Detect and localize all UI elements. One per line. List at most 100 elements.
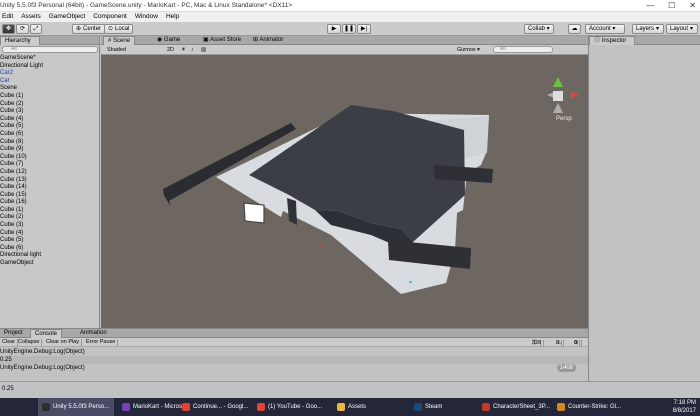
- menu-component[interactable]: Component: [93, 12, 127, 22]
- hierarchy-item[interactable]: Cube (5): [0, 123, 43, 131]
- hierarchy-item[interactable]: Cube (1): [0, 207, 43, 215]
- 2d-toggle[interactable]: 2D: [167, 46, 174, 54]
- console-line[interactable]: UnityEngine.Debug:Log(Object) 1408: [0, 364, 588, 372]
- scene-panel: # Scene ◉ Game ▣ Asset Store ⊞ Animator …: [101, 36, 588, 328]
- taskbar-item[interactable]: Continue... - Googl...: [178, 398, 251, 416]
- audio-icon[interactable]: ♪: [191, 46, 194, 54]
- taskbar-item[interactable]: Unity 5.5.0f3 Perso...: [38, 398, 114, 416]
- hierarchy-item[interactable]: Car2: [0, 70, 43, 78]
- pivot-center-toggle[interactable]: ⊕ Center: [72, 24, 106, 34]
- chevron-down-icon: ▾: [690, 26, 694, 32]
- tab-animation[interactable]: Animation: [76, 329, 111, 338]
- taskbar: Unity 5.5.0f3 Perso... MarioKart - Micros…: [0, 398, 700, 416]
- layout-dropdown[interactable]: Layout ▾: [666, 24, 698, 34]
- scale-tool-icon[interactable]: ⤢: [30, 24, 42, 34]
- hierarchy-item[interactable]: GameObject: [0, 260, 43, 268]
- clock[interactable]: 7:18 PM 8/8/2017: [673, 399, 696, 415]
- status-text: 0.25: [2, 386, 14, 392]
- menu-window[interactable]: Window: [135, 12, 158, 22]
- layers-dropdown[interactable]: Layers ▾: [632, 24, 664, 34]
- account-dropdown[interactable]: Account ▾: [585, 24, 625, 34]
- hierarchy-item[interactable]: GameScene*: [0, 55, 43, 63]
- minimize-button[interactable]: —: [646, 1, 654, 10]
- maximize-button[interactable]: ☐: [668, 1, 675, 10]
- menu-gameobject[interactable]: GameObject: [49, 12, 86, 22]
- hierarchy-item[interactable]: Scene: [0, 85, 43, 93]
- hierarchy-item[interactable]: Cube (4): [0, 230, 43, 238]
- taskbar-item[interactable]: MarioKart - Micros...: [118, 398, 187, 416]
- info-icon: ⓘ: [594, 38, 601, 44]
- hierarchy-item[interactable]: Cube (8): [0, 139, 43, 147]
- cloud-icon[interactable]: ☁: [568, 24, 581, 34]
- move-tool-icon[interactable]: ✥: [2, 24, 15, 34]
- hierarchy-item[interactable]: Cube (15): [0, 192, 43, 200]
- hierarchy-item[interactable]: Cube (1): [0, 93, 43, 101]
- taskbar-item[interactable]: (1) YouTube - Goo...: [253, 398, 331, 416]
- menu-help[interactable]: Help: [166, 12, 179, 22]
- gate: [243, 202, 265, 224]
- post: [287, 198, 297, 225]
- hierarchy-item[interactable]: Cube (12): [0, 169, 43, 177]
- tab-game[interactable]: ◉ Game: [153, 36, 184, 45]
- hierarchy-item[interactable]: Cube (7): [0, 161, 43, 169]
- hierarchy-item[interactable]: Cube (9): [0, 146, 43, 154]
- hierarchy-item[interactable]: Cube (13): [0, 177, 43, 185]
- projection-label[interactable]: Persp: [556, 116, 572, 122]
- app-icon: [182, 403, 190, 411]
- rotate-tool-icon[interactable]: ⟳: [16, 24, 29, 34]
- hierarchy-item[interactable]: Cube (3): [0, 222, 43, 230]
- tab-animator[interactable]: ⊞ Animator: [249, 36, 287, 45]
- hierarchy-item[interactable]: Car: [0, 78, 43, 86]
- menu-edit[interactable]: Edit: [2, 12, 13, 22]
- hierarchy-item[interactable]: Cube (2): [0, 101, 43, 109]
- taskbar-item[interactable]: Assets: [333, 398, 408, 416]
- console-line[interactable]: UnityEngine.Debug:Log(Object): [0, 348, 588, 356]
- taskbar-item[interactable]: Steam: [410, 398, 476, 416]
- shading-mode-dropdown[interactable]: Shaded: [107, 46, 126, 54]
- hierarchy-item[interactable]: Cube (2): [0, 214, 43, 222]
- pause-button[interactable]: ❚❚: [342, 24, 356, 34]
- effects-icon[interactable]: ▨: [201, 46, 206, 54]
- hierarchy-item[interactable]: Cube (4): [0, 116, 43, 124]
- tab-asset-store[interactable]: ▣ Asset Store: [199, 36, 245, 45]
- orientation-gizmo[interactable]: [547, 77, 579, 113]
- app-icon: [557, 403, 565, 411]
- globe-icon: ⊙: [108, 26, 114, 32]
- menu-assets[interactable]: Assets: [21, 12, 41, 22]
- pivot-icon: ⊕: [76, 26, 82, 32]
- scene-search-input[interactable]: All: [493, 46, 553, 53]
- play-button[interactable]: ▶: [327, 24, 341, 34]
- hierarchy-item[interactable]: Cube (3): [0, 108, 43, 116]
- collapse-count-badge: 1408: [556, 364, 576, 372]
- error-pause-button[interactable]: Error Pause: [84, 339, 119, 346]
- hierarchy-item[interactable]: Cube (5): [0, 237, 43, 245]
- clear-on-play-button[interactable]: Clear on Play: [44, 339, 83, 346]
- step-button[interactable]: ▶|: [357, 24, 371, 34]
- inspector-panel: ⓘ Inspector: [588, 36, 700, 381]
- collapse-button[interactable]: Collapse: [16, 339, 43, 346]
- taskbar-item[interactable]: CharacterSheet_3P...: [478, 398, 551, 416]
- hierarchy-item[interactable]: Directional Light: [0, 63, 43, 71]
- tab-scene[interactable]: # Scene: [103, 36, 136, 45]
- space-local-toggle[interactable]: ⊙ Local: [104, 24, 134, 34]
- hierarchy-item[interactable]: Cube (14): [0, 184, 43, 192]
- taskbar-item[interactable]: Counter-Strike: Gl...: [553, 398, 629, 416]
- console-line[interactable]: 0.25: [0, 356, 588, 364]
- tab-hierarchy[interactable]: Hierarchy: [0, 36, 40, 45]
- hierarchy-search-input[interactable]: All: [2, 46, 98, 53]
- hierarchy-item[interactable]: Cube (6): [0, 245, 43, 253]
- hierarchy-item[interactable]: Cube (16): [0, 199, 43, 207]
- collab-dropdown[interactable]: Collab ▾: [524, 24, 554, 34]
- hierarchy-item[interactable]: Cube (6): [0, 131, 43, 139]
- scene-viewport[interactable]: Persp: [101, 55, 588, 328]
- tab-project[interactable]: Project: [0, 329, 27, 338]
- close-button[interactable]: ✕: [689, 1, 696, 10]
- gizmos-dropdown[interactable]: Gizmos ▾: [457, 46, 480, 54]
- hierarchy-item[interactable]: Cube (10): [0, 154, 43, 162]
- taskbar-item-label: CharacterSheet_3P...: [493, 404, 550, 410]
- tab-inspector[interactable]: ⓘ Inspector: [589, 36, 635, 45]
- scene-tabs: # Scene ◉ Game ▣ Asset Store ⊞ Animator: [101, 36, 588, 45]
- lighting-icon[interactable]: ☀: [181, 46, 186, 54]
- tab-console[interactable]: Console: [30, 329, 63, 338]
- hierarchy-item[interactable]: Directional light: [0, 252, 43, 260]
